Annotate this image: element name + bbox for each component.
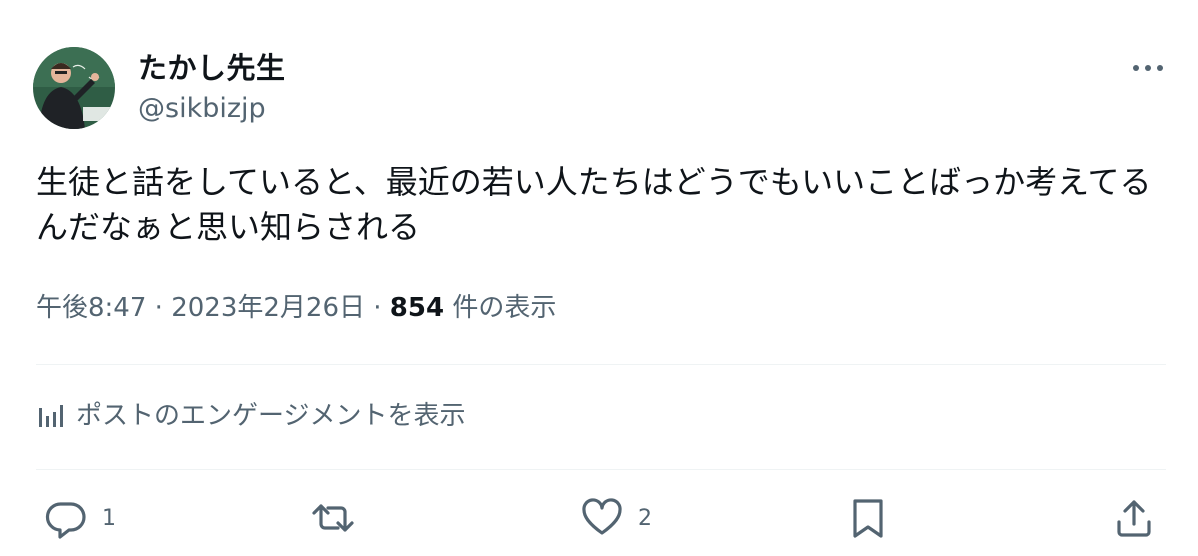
repost-button[interactable] (310, 496, 370, 540)
view-engagements-label: ポストのエンゲージメントを表示 (76, 401, 466, 431)
share-button[interactable] (1114, 496, 1154, 540)
views-count: 854 (389, 293, 445, 323)
post-text: 生徒と話をしていると、最近の若い人たちはどうでもいいことばっか考えてるんだなぁと… (36, 163, 1152, 246)
share-icon (1117, 500, 1151, 537)
meta-separator: · (154, 293, 163, 323)
divider (36, 469, 1166, 470)
more-icon[interactable] (1126, 50, 1170, 86)
reply-button[interactable]: 1 (44, 496, 116, 540)
post-time[interactable]: 午後8:47 (36, 293, 146, 323)
post-meta: 午後8:47 · 2023年2月26日 · 854 件の表示 (36, 290, 556, 326)
view-engagements-link[interactable]: ポストのエンゲージメントを表示 (36, 398, 465, 434)
like-button[interactable]: 2 (580, 496, 652, 540)
chart-icon (39, 405, 63, 427)
bookmark-button[interactable] (848, 496, 888, 540)
post-date[interactable]: 2023年2月26日 (171, 293, 365, 323)
reply-count: 1 (102, 505, 116, 531)
divider (36, 364, 1166, 365)
views-label: 件の表示 (452, 293, 557, 323)
user-handle[interactable]: @sikbizjp (138, 92, 266, 126)
repost-icon (312, 504, 354, 532)
avatar[interactable] (33, 47, 115, 129)
reply-icon (45, 502, 86, 539)
like-count: 2 (638, 505, 652, 531)
like-icon (582, 498, 622, 535)
display-name[interactable]: たかし先生 (138, 50, 286, 86)
bookmark-icon (853, 499, 883, 538)
post-detail: たかし先生 @sikbizjp 生徒と話をしていると、最近の若い人たちはどうでも… (0, 0, 1198, 556)
meta-separator: · (373, 293, 382, 323)
